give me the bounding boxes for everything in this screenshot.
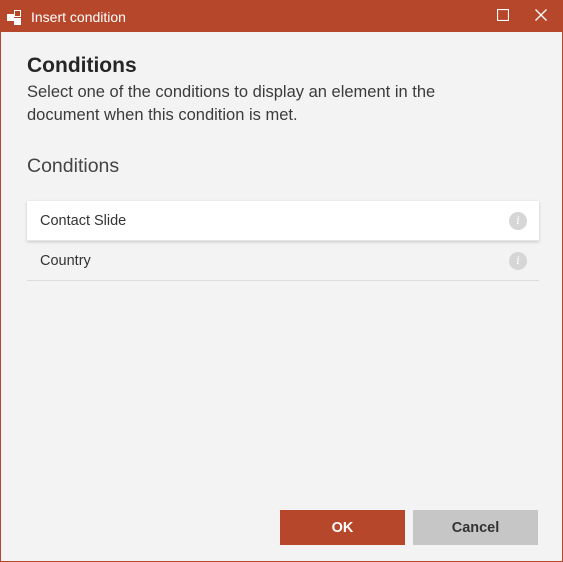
condition-item-contact-slide[interactable]: Contact Slide i [27,201,539,241]
conditions-list: Contact Slide i Country i [27,201,539,281]
close-button[interactable] [523,1,559,32]
condition-item-label: Country [40,253,91,269]
cancel-button[interactable]: Cancel [413,510,538,545]
info-icon[interactable]: i [509,252,527,270]
maximize-icon [496,8,510,26]
insert-condition-dialog: Insert condition Conditions Select one o… [0,0,563,562]
condition-item-label: Contact Slide [40,213,127,229]
page-description: Select one of the conditions to display … [27,83,436,124]
condition-item-country[interactable]: Country i [27,241,539,281]
page-title: Conditions [27,54,137,77]
window-title: Insert condition [31,9,126,25]
maximize-button[interactable] [485,1,521,32]
title-bar[interactable]: Insert condition [1,1,562,32]
ok-button[interactable]: OK [280,510,405,545]
info-icon[interactable]: i [509,212,527,230]
conditions-section-title: Conditions [27,155,120,177]
close-icon [535,8,547,26]
app-logo-icon [6,9,23,26]
